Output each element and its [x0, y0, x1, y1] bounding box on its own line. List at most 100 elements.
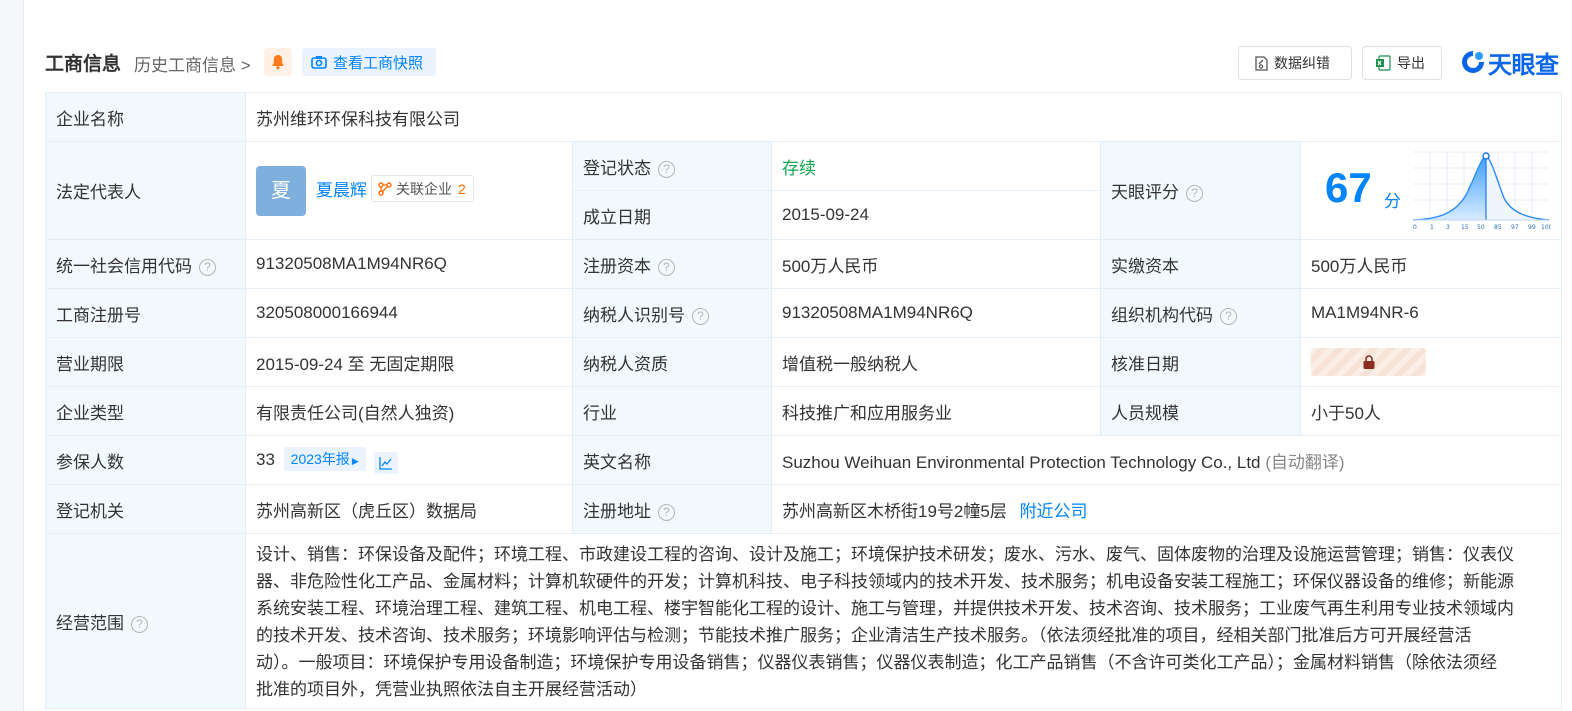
snapshot-button[interactable]: 查看工商快照 [302, 48, 436, 76]
help-icon[interactable]: ? [658, 258, 675, 276]
related-count: 2 [458, 180, 466, 197]
document-edit-icon [1255, 55, 1268, 71]
help-icon[interactable]: ? [1186, 185, 1203, 202]
legal-rep-name[interactable]: 夏晨辉 [316, 176, 367, 201]
table-row: 统一社会信用代码? 91320508MA1M94NR6Q 注册资本? 500万人… [45, 239, 1562, 289]
scope-line: 批准的项目外，凭营业执照依法自主开展经营活动） [256, 680, 647, 699]
industry-label: 行业 [572, 386, 772, 436]
credit-code-value: 91320508MA1M94NR6Q [245, 239, 573, 289]
established-label: 成立日期 [572, 190, 772, 240]
address-value: 苏州高新区木桥街19号2幢5层 [782, 501, 1007, 521]
reg-no-value: 320508000166944 [245, 288, 573, 338]
trend-chart-icon[interactable] [374, 451, 399, 474]
table-row: 参保人数 33 2023年报 ▶ 英文名称 Suzhou Weihuan Envi… [45, 435, 1562, 485]
export-button[interactable]: 导出 [1362, 46, 1442, 80]
scope-value: 设计、销售：环保设备及配件；环境工程、市政建设工程的咨询、设计及施工；环境保护技… [245, 533, 1562, 709]
authority-value: 苏州高新区（虎丘区）数据局 [245, 484, 573, 534]
score-unit: 分 [1384, 192, 1401, 211]
established-value: 2015-09-24 [771, 190, 1101, 240]
help-icon[interactable]: ? [658, 160, 675, 178]
lock-icon [1363, 355, 1375, 369]
reg-capital-label: 注册资本? [572, 239, 772, 289]
address-cell: 苏州高新区木桥街19号2幢5层 附近公司 [771, 484, 1562, 534]
paid-capital-value: 500万人民币 [1300, 239, 1562, 289]
chevron-right-icon: > [240, 56, 251, 75]
scope-line: 系统安装工程、环境治理工程、建筑工程、机电工程、楼宇智能化工程的设计、施工与管理… [256, 599, 1514, 618]
score-value: 67 [1325, 164, 1372, 211]
avatar[interactable]: 夏 [256, 165, 306, 216]
help-icon[interactable]: ? [658, 503, 675, 521]
authority-label: 登记机关 [45, 484, 246, 534]
address-label: 注册地址? [572, 484, 772, 534]
nearby-companies-link[interactable]: 附近公司 [1020, 502, 1088, 521]
camera-icon [311, 56, 327, 69]
score-cell: 67 分 0 1 3 15 50 85 97 99 100 [1300, 141, 1562, 240]
taxpayer-id-label-text: 纳税人识别号 [583, 305, 685, 325]
annual-report-tag[interactable]: 2023年报 ▶ [283, 446, 366, 471]
export-label: 导出 [1397, 55, 1425, 71]
data-correct-button[interactable]: 数据纠错 [1238, 46, 1352, 80]
scope-label: 经营范围? [45, 533, 246, 709]
company-name-value: 苏州维环环保科技有限公司 [245, 92, 1562, 142]
scope-label-text: 经营范围 [56, 613, 124, 633]
org-code-label: 组织机构代码? [1100, 288, 1301, 338]
table-row: 企业名称 苏州维环环保科技有限公司 [45, 92, 1562, 142]
related-companies-badge[interactable]: 关联企业 2 [371, 175, 474, 202]
english-name-cell: Suzhou Weihuan Environmental Protection … [771, 435, 1562, 485]
reg-status-label: 登记状态? [572, 141, 772, 191]
section-header: 工商信息 历史工商信息 > 查看工商快照 数据纠错 导出 天眼查 [45, 44, 1565, 80]
scope-line: 器、非危险性化工产品、金属材料；计算机软硬件的开发；计算机科技、电子科技领域内的… [256, 572, 1514, 591]
data-correct-label: 数据纠错 [1274, 55, 1330, 71]
score-tick: 15 [1461, 224, 1469, 231]
staff-size-label: 人员规模 [1100, 386, 1301, 436]
caret-right-icon: ▶ [351, 455, 359, 466]
bell-icon[interactable] [264, 48, 292, 76]
reg-status-value: 存续 [771, 141, 1101, 191]
insured-cell: 33 2023年报 ▶ [245, 435, 573, 485]
legal-rep-cell: 夏 夏晨辉 关联企业 2 [245, 141, 573, 240]
annual-report-label: 2023年报 [290, 450, 350, 467]
logo-text: 天眼查 [1488, 51, 1559, 79]
term-label: 营业期限 [45, 337, 246, 387]
history-link[interactable]: 历史工商信息 > [134, 51, 251, 76]
tianyancha-logo: 天眼查 [1460, 47, 1559, 79]
score-label-text: 天眼评分 [1111, 183, 1179, 202]
score-distribution-chart: 0 1 3 15 50 85 97 99 100 [1412, 151, 1551, 231]
help-icon[interactable]: ? [131, 615, 148, 633]
taxpayer-id-value: 91320508MA1M94NR6Q [771, 288, 1101, 338]
taxpayer-qual-value: 增值税一般纳税人 [771, 337, 1101, 387]
score-tick: 1 [1430, 224, 1434, 231]
locked-content[interactable] [1311, 348, 1426, 376]
company-type-label: 企业类型 [45, 386, 246, 436]
reg-capital-value: 500万人民币 [771, 239, 1101, 289]
insured-label: 参保人数 [45, 435, 246, 485]
score-tick: 100 [1541, 224, 1551, 231]
help-icon[interactable]: ? [199, 258, 216, 276]
score-tick: 85 [1494, 224, 1502, 231]
legal-rep-label: 法定代表人 [45, 141, 246, 240]
paid-capital-label: 实缴资本 [1100, 239, 1301, 289]
scope-line: 设计、销售：环保设备及配件；环境工程、市政建设工程的咨询、设计及施工；环境保护技… [256, 545, 1514, 564]
table-row: 企业类型 有限责任公司(自然人独资) 行业 科技推广和应用服务业 人员规模 小于… [45, 386, 1562, 436]
approval-date-label: 核准日期 [1100, 337, 1301, 387]
table-row: 法定代表人 夏 夏晨辉 关联企业 2 登记状态? 存续 天眼评分? 67 分 0… [45, 141, 1562, 240]
table-row: 登记机关 苏州高新区（虎丘区）数据局 注册地址? 苏州高新区木桥街19号2幢5层… [45, 484, 1562, 534]
insured-value: 33 [256, 449, 275, 469]
reg-capital-label-text: 注册资本 [583, 256, 651, 276]
staff-size-value: 小于50人 [1300, 386, 1562, 436]
company-type-value: 有限责任公司(自然人独资) [245, 386, 573, 436]
score-tick: 99 [1528, 224, 1536, 231]
help-icon[interactable]: ? [1220, 307, 1237, 325]
score-tick: 97 [1511, 224, 1519, 231]
address-label-text: 注册地址 [583, 501, 651, 521]
english-name-label: 英文名称 [572, 435, 772, 485]
credit-code-label: 统一社会信用代码? [45, 239, 246, 289]
network-icon [378, 181, 392, 196]
taxpayer-qual-label: 纳税人资质 [572, 337, 772, 387]
scope-line: 动）。一般项目：环境保护专用设备制造；环境保护专用设备销售；仪器仪表销售；仪器仪… [256, 653, 1497, 672]
help-icon[interactable]: ? [692, 307, 709, 325]
approval-date-value [1300, 337, 1562, 387]
industry-value: 科技推广和应用服务业 [771, 386, 1101, 436]
table-row: 营业期限 2015-09-24 至 无固定期限 纳税人资质 增值税一般纳税人 核… [45, 337, 1562, 387]
logo-icon [1462, 51, 1484, 73]
